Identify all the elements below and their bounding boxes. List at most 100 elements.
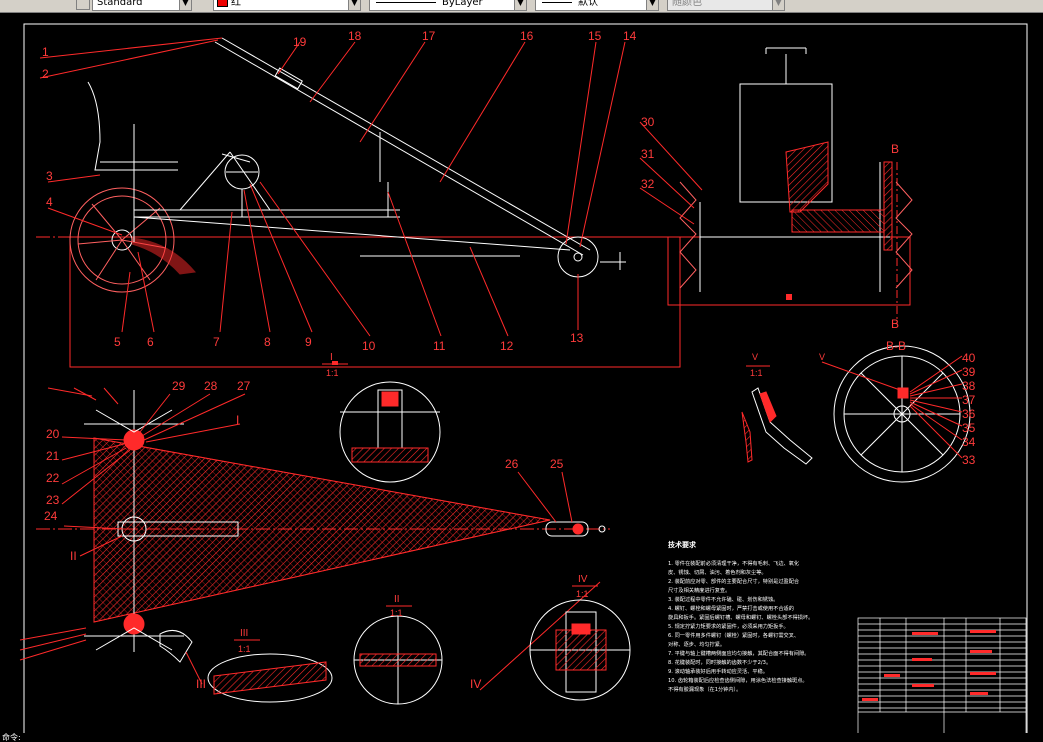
requirement-line: 5. 规定拧紧力矩要求的紧固件，必须采用力矩扳手。 (668, 622, 789, 630)
balloon-26: 26 (505, 457, 519, 471)
detail-iii-title: III (240, 628, 248, 639)
technical-requirements: 技术要求 1. 零件在装配前必须清理干净，不得有毛刺、飞边、氧化 皮、锈蚀、切屑… (668, 540, 813, 693)
detail-i-title: I (330, 352, 333, 363)
detail-v-scale: 1:1 (750, 368, 763, 378)
balloon-40: 40 (962, 351, 976, 365)
balloon-35: 35 (962, 421, 976, 435)
section-label-b-bottom: B (891, 317, 899, 331)
lineweight-preview (542, 1, 572, 3)
requirement-line: 2. 装配前应对零、部件的主要配合尺寸，特别是过盈配合 (668, 577, 800, 585)
lineweight-dropdown[interactable]: 默认 ▼ (535, 0, 659, 11)
balloon-33: 33 (962, 453, 976, 467)
linetype-dropdown[interactable]: ByLayer ▼ (369, 0, 527, 11)
balloon-36: 36 (962, 407, 976, 421)
balloon-18: 18 (348, 29, 362, 43)
balloon-27: 27 (237, 379, 251, 393)
command-line[interactable]: 命令: (0, 733, 1043, 742)
balloon-8: 8 (264, 335, 271, 349)
balloon-4: 4 (46, 195, 53, 209)
chevron-down-icon: ▼ (348, 0, 360, 10)
balloon-1: 1 (42, 45, 49, 59)
color-value: 红 (231, 0, 241, 8)
balloon-5: 5 (114, 335, 121, 349)
requirement-line: 4. 螺钉、螺栓和螺母紧固时，严禁打击或使用不合适的 (668, 604, 794, 612)
color-dropdown[interactable]: 红 ▼ (213, 0, 361, 11)
chevron-down-icon: ▼ (646, 0, 658, 10)
balloon-21: 21 (46, 449, 60, 463)
detail-ii-scale: 1:1 (390, 608, 403, 618)
detail-iv-marker: IV (470, 677, 481, 691)
balloon-6: 6 (147, 335, 154, 349)
detail-iv-title: IV (578, 574, 588, 585)
section-label-b-top: B (891, 142, 899, 156)
detail-i-scale: 1:1 (326, 368, 339, 378)
balloon-15: 15 (588, 29, 602, 43)
balloon-34: 34 (962, 435, 976, 449)
balloon-28: 28 (204, 379, 218, 393)
detail-v (741, 365, 813, 465)
text-style-value: Standard (97, 0, 143, 8)
detail-v-marker: V (819, 352, 825, 362)
balloon-38: 38 (962, 379, 976, 393)
detail-ii-title: II (394, 594, 400, 605)
detail-v-label: V (752, 352, 758, 362)
balloon-10: 10 (362, 339, 376, 353)
balloon-24: 24 (44, 509, 58, 523)
side-view (36, 37, 681, 368)
lineweight-value: 默认 (578, 0, 598, 8)
detail-iv-scale: 1:1 (576, 589, 589, 599)
detail-ii-marker: II (70, 549, 77, 563)
requirement-line: 对称、逐步、均匀拧紧。 (668, 640, 725, 648)
requirement-line: 皮、锈蚀、切屑、油污、着色剂和灰尘等。 (668, 568, 767, 576)
balloon-39: 39 (962, 365, 976, 379)
balloon-22: 22 (46, 471, 60, 485)
plotstyle-dropdown[interactable]: 随颜色 ▼ (667, 0, 785, 11)
detail-ii (353, 605, 443, 705)
bb-wheel-view (821, 345, 971, 483)
text-style-icon[interactable] (76, 0, 90, 10)
requirement-line: 不得有胶漏现象（在1分钟内）。 (668, 685, 741, 693)
balloon-12: 12 (500, 339, 514, 353)
balloon-9: 9 (305, 335, 312, 349)
detail-i (322, 363, 441, 483)
requirement-line: 9. 滚动轴承装好后用手转动应灵活、平稳。 (668, 667, 768, 675)
detail-i-marker: I (236, 413, 239, 427)
balloon-11: 11 (433, 339, 446, 353)
chevron-down-icon: ▼ (179, 0, 191, 10)
bb-section-title: B-B (886, 339, 906, 353)
requirement-line: 旋具和扳手。紧固后螺钉槽、螺母和螺钉、螺栓头部不得损坏。 (668, 613, 813, 621)
side-view-balloons: 1 2 3 4 5 6 7 8 9 10 11 12 13 14 15 16 1… (42, 29, 637, 353)
linetype-preview (376, 1, 436, 3)
balloon-14: 14 (623, 29, 637, 43)
side-view-leaders (39, 37, 626, 337)
text-style-dropdown[interactable]: Standard ▼ (92, 0, 192, 11)
balloon-29: 29 (172, 379, 186, 393)
plotstyle-value: 随颜色 (672, 0, 702, 8)
requirement-line: 8. 花键装配时，同时接触的齿数不少于2/3。 (668, 658, 771, 666)
detail-iii-marker: III (196, 677, 206, 691)
chevron-down-icon: ▼ (772, 0, 784, 10)
detail-iv (529, 585, 631, 701)
chevron-down-icon: ▼ (514, 0, 526, 10)
requirement-line: 3. 装配过程中零件不允许磕、碰、划伤和锈蚀。 (668, 595, 778, 603)
detail-iii-scale: 1:1 (238, 644, 251, 654)
balloon-20: 20 (46, 427, 60, 441)
requirement-line: 尺寸及相关精度进行复查。 (668, 586, 730, 594)
color-swatch-icon (217, 0, 228, 7)
requirement-line: 7. 平键与轴上键槽两侧面应均匀接触，其配合面不得有间隙。 (668, 649, 809, 657)
front-section-view (639, 47, 913, 324)
balloon-17: 17 (422, 29, 436, 43)
balloon-13: 13 (570, 331, 584, 345)
title-block (857, 617, 1027, 733)
linetype-value: ByLayer (442, 0, 483, 8)
balloon-25: 25 (550, 457, 564, 471)
plan-view (36, 390, 610, 663)
balloon-32: 32 (641, 177, 655, 191)
drawing-canvas[interactable]: 1 2 3 4 5 6 7 8 9 10 11 12 13 14 15 16 1… (0, 12, 1043, 733)
balloon-7: 7 (213, 335, 220, 349)
balloon-31: 31 (641, 147, 655, 161)
balloon-2: 2 (42, 67, 49, 81)
requirement-line: 6. 同一零件用多件螺钉（螺栓）紧固时，各螺钉需交叉、 (668, 631, 799, 639)
detail-iii (207, 639, 333, 703)
requirement-line: 1. 零件在装配前必须清理干净，不得有毛刺、飞边、氧化 (668, 559, 799, 567)
